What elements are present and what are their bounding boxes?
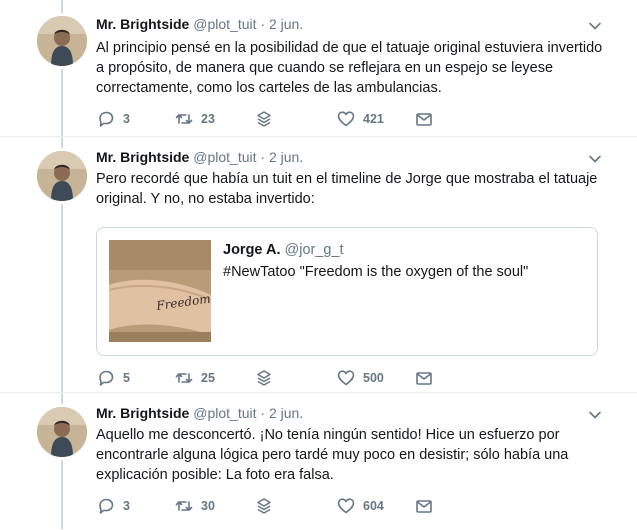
tweet-actions: 3 23 421	[96, 108, 496, 130]
reply-icon	[96, 368, 116, 388]
retweet-count: 25	[201, 371, 215, 385]
like-count: 500	[363, 371, 384, 385]
like-button[interactable]: 421	[336, 108, 384, 130]
quote-text: #NewTatoo "Freedom is the oxygen of the …	[223, 264, 529, 280]
heart-icon	[336, 109, 356, 129]
tweet[interactable]: Mr. Brightside @plot_tuit · 2 jun. Pero …	[0, 136, 637, 393]
reply-count: 5	[123, 371, 130, 385]
retweet-count: 23	[201, 112, 215, 126]
avatar[interactable]	[37, 407, 87, 457]
reply-icon	[96, 496, 116, 516]
retweet-button[interactable]: 23	[174, 108, 215, 130]
quote-author-name[interactable]: Jorge A.	[223, 242, 280, 258]
chevron-down-icon[interactable]	[587, 18, 603, 34]
reply-button[interactable]: 5	[96, 367, 130, 389]
tweet-text: Al principio pensé en la posibilidad de …	[96, 40, 603, 96]
message-button[interactable]	[414, 495, 434, 517]
stack-icon	[254, 496, 274, 516]
stack-button[interactable]	[254, 495, 274, 517]
stack-button[interactable]	[254, 367, 274, 389]
like-count: 421	[363, 112, 384, 126]
retweet-button[interactable]: 25	[174, 367, 215, 389]
message-button[interactable]	[414, 108, 434, 130]
tweet-text: Aquello me desconcertó. ¡No tenía ningún…	[96, 427, 569, 483]
retweet-button[interactable]: 30	[174, 495, 215, 517]
separator-dot: ·	[260, 405, 266, 421]
author-name[interactable]: Mr. Brightside	[96, 16, 189, 32]
envelope-icon	[414, 496, 434, 516]
retweet-count: 30	[201, 499, 215, 513]
reply-button[interactable]: 3	[96, 495, 130, 517]
tweet-header: Mr. Brightside @plot_tuit · 2 jun.	[96, 16, 303, 36]
tweet-header: Mr. Brightside @plot_tuit · 2 jun.	[96, 149, 303, 169]
message-button[interactable]	[414, 367, 434, 389]
stack-icon	[254, 368, 274, 388]
tweet-text: Pero recordé que había un tuit en el tim…	[96, 171, 598, 207]
tweet-date[interactable]: 2 jun.	[269, 149, 303, 165]
separator-dot: ·	[260, 16, 266, 32]
tweet[interactable]: Mr. Brightside @plot_tuit · 2 jun. Aquel…	[0, 392, 637, 530]
author-handle[interactable]: @plot_tuit	[193, 405, 256, 421]
reply-count: 3	[123, 499, 130, 513]
tweet-date[interactable]: 2 jun.	[269, 405, 303, 421]
envelope-icon	[414, 109, 434, 129]
quote-author-handle[interactable]: @jor_g_t	[285, 242, 344, 258]
author-handle[interactable]: @plot_tuit	[193, 149, 256, 165]
like-button[interactable]: 604	[336, 495, 384, 517]
like-button[interactable]: 500	[336, 367, 384, 389]
separator-dot: ·	[260, 149, 266, 165]
stack-button[interactable]	[254, 108, 274, 130]
stack-icon	[254, 109, 274, 129]
envelope-icon	[414, 368, 434, 388]
author-handle[interactable]: @plot_tuit	[193, 16, 256, 32]
heart-icon	[336, 368, 356, 388]
reply-button[interactable]: 3	[96, 108, 130, 130]
avatar[interactable]	[37, 16, 87, 66]
avatar[interactable]	[37, 151, 87, 201]
tweet[interactable]: Mr. Brightside @plot_tuit · 2 jun. Al pr…	[0, 0, 637, 136]
quote-header: Jorge A. @jor_g_t	[223, 242, 344, 258]
reply-count: 3	[123, 112, 130, 126]
chevron-down-icon[interactable]	[587, 151, 603, 167]
reply-icon	[96, 109, 116, 129]
quoted-tweet[interactable]: Freedom Jorge A. @jor_g_t #NewTatoo "Fre…	[96, 227, 598, 356]
tweet-actions: 3 30 604	[96, 495, 496, 517]
heart-icon	[336, 496, 356, 516]
tweet-date[interactable]: 2 jun.	[269, 16, 303, 32]
author-name[interactable]: Mr. Brightside	[96, 405, 189, 421]
retweet-icon	[174, 496, 194, 516]
tweet-header: Mr. Brightside @plot_tuit · 2 jun.	[96, 405, 303, 425]
retweet-icon	[174, 109, 194, 129]
like-count: 604	[363, 499, 384, 513]
tattoo-photo: Freedom	[108, 240, 211, 342]
author-name[interactable]: Mr. Brightside	[96, 149, 189, 165]
tweet-actions: 5 25 500	[96, 367, 496, 389]
chevron-down-icon[interactable]	[587, 407, 603, 423]
retweet-icon	[174, 368, 194, 388]
